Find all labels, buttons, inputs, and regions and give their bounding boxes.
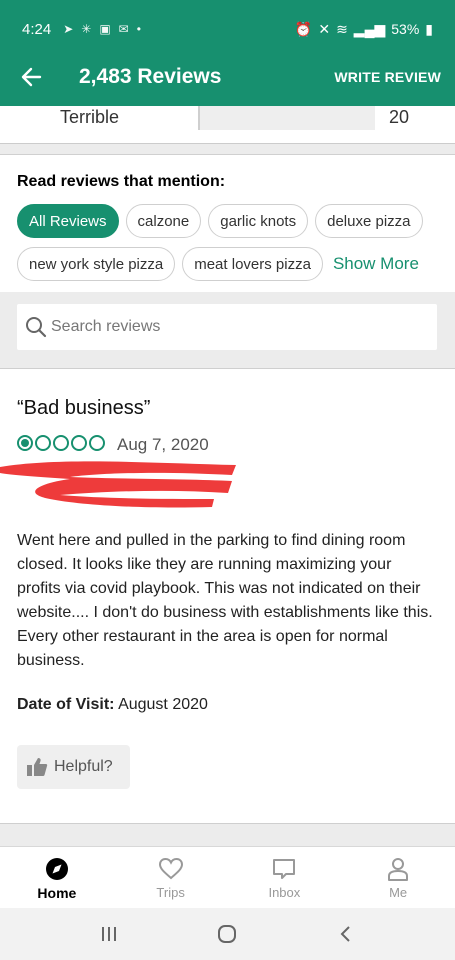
battery-icon: ▮ bbox=[425, 20, 433, 37]
home-circle-icon[interactable] bbox=[216, 923, 238, 945]
helpful-label: Helpful? bbox=[54, 758, 113, 775]
compass-icon bbox=[45, 858, 68, 880]
photo-icon: ▣ bbox=[99, 22, 111, 36]
sparkle-icon: ✳ bbox=[81, 22, 92, 36]
search-icon bbox=[26, 317, 47, 338]
battery-percent: 53% bbox=[391, 21, 420, 37]
nav-inbox[interactable]: Inbox bbox=[228, 847, 342, 908]
recent-apps-icon[interactable] bbox=[99, 924, 119, 944]
notification-icons: ➤ ✳ ▣ ✉ • bbox=[63, 22, 141, 36]
visit-value: August 2020 bbox=[118, 696, 208, 713]
person-icon bbox=[388, 858, 409, 881]
mail-icon: ✉ bbox=[118, 22, 129, 36]
mentions-title: Read reviews that mention: bbox=[17, 173, 226, 190]
chip-new-york-style-pizza[interactable]: new york style pizza bbox=[17, 247, 176, 281]
heart-icon bbox=[158, 857, 183, 880]
mention-chips: All Reviews calzone garlic knots deluxe … bbox=[17, 204, 447, 281]
back-chevron-icon[interactable] bbox=[336, 924, 356, 944]
chip-garlic-knots[interactable]: garlic knots bbox=[208, 204, 309, 238]
mentions-section: Read reviews that mention: All Reviews c… bbox=[0, 154, 455, 292]
chip-all-reviews[interactable]: All Reviews bbox=[17, 204, 119, 238]
nav-trips[interactable]: Trips bbox=[114, 847, 228, 908]
visit-label: Date of Visit: bbox=[17, 696, 115, 713]
bubble-empty bbox=[35, 435, 51, 451]
bubble-empty bbox=[89, 435, 105, 451]
bottom-nav: Home Trips Inbox Me bbox=[0, 846, 455, 908]
nav-label-trips: Trips bbox=[156, 885, 185, 900]
back-button[interactable] bbox=[0, 48, 62, 106]
thumbs-up-icon bbox=[27, 758, 48, 776]
bubble-empty bbox=[53, 435, 69, 451]
alarm-icon: ⏰ bbox=[294, 20, 313, 37]
bubble-empty bbox=[71, 435, 87, 451]
wifi-icon: ≋ bbox=[336, 20, 348, 37]
bubble-filled bbox=[17, 435, 33, 451]
rating-bar bbox=[198, 106, 375, 130]
redaction-scribble bbox=[0, 461, 236, 508]
rating-label: Terrible bbox=[60, 107, 120, 127]
system-indicators: ⏰ ✕ ≋ ▂▄▆ 53% ▮ bbox=[295, 21, 433, 38]
signal-icon: ▂▄▆ bbox=[353, 20, 386, 37]
nav-label-home: Home bbox=[37, 885, 77, 901]
rating-row-terrible[interactable]: Terrible 20 bbox=[0, 106, 455, 144]
review-title[interactable]: “Bad business” bbox=[17, 397, 150, 420]
chat-icon bbox=[273, 859, 296, 879]
review-date: Aug 7, 2020 bbox=[117, 435, 209, 454]
dot-icon: • bbox=[136, 22, 141, 36]
app-bar: 2,483 Reviews WRITE REVIEW bbox=[0, 48, 455, 106]
chip-calzone[interactable]: calzone bbox=[125, 204, 202, 238]
write-review-button[interactable]: WRITE REVIEW bbox=[334, 69, 441, 85]
status-time: 4:24 bbox=[22, 20, 52, 38]
navigation-icon: ➤ bbox=[63, 22, 74, 36]
arrow-left-icon bbox=[21, 67, 42, 87]
chip-deluxe-pizza[interactable]: deluxe pizza bbox=[315, 204, 423, 238]
rating-count: 20 bbox=[389, 107, 410, 127]
bubble-rating bbox=[17, 435, 105, 451]
helpful-button[interactable]: Helpful? bbox=[17, 745, 130, 789]
page-title: 2,483 Reviews bbox=[79, 65, 222, 88]
nav-me[interactable]: Me bbox=[341, 847, 455, 908]
search-box[interactable] bbox=[17, 304, 437, 350]
chip-meat-lovers-pizza[interactable]: meat lovers pizza bbox=[182, 247, 323, 281]
show-more-link[interactable]: Show More bbox=[333, 247, 419, 281]
nav-label-inbox: Inbox bbox=[268, 885, 301, 900]
mute-icon: ✕ bbox=[318, 20, 331, 37]
system-nav-bar bbox=[0, 908, 455, 960]
review-card: “Bad business” Aug 7, 2020 Went here and… bbox=[0, 368, 455, 824]
nav-label-me: Me bbox=[389, 885, 408, 900]
review-body: Went here and pulled in the parking to f… bbox=[17, 532, 433, 669]
search-input[interactable] bbox=[51, 318, 421, 336]
date-of-visit: Date of Visit: August 2020 bbox=[17, 696, 208, 714]
rating-bar-fill bbox=[198, 106, 200, 130]
nav-home[interactable]: Home bbox=[0, 847, 114, 908]
